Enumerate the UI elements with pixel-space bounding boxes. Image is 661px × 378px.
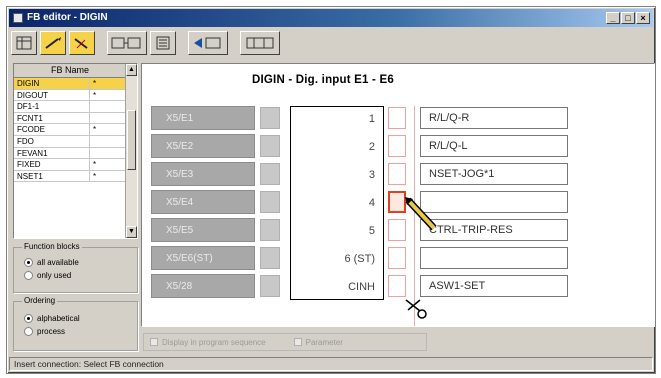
grid-icon[interactable]	[11, 31, 37, 55]
pin-label: 4	[368, 197, 375, 209]
scissors-cursor-icon	[405, 299, 427, 319]
pin-label: 3	[368, 169, 375, 181]
output-pin[interactable]	[388, 275, 406, 297]
input-label[interactable]: X5/E2	[151, 134, 255, 158]
app-icon	[13, 13, 23, 23]
output-target[interactable]: R/L/Q-L	[420, 135, 568, 157]
minimize-button[interactable]: _	[606, 12, 620, 24]
pin-label: 5	[368, 225, 375, 237]
fb-list-icon[interactable]	[150, 31, 176, 55]
status-bar: Insert connection: Select FB connection	[9, 357, 653, 371]
ordering-group: Ordering alphabetical process	[13, 296, 138, 351]
input-pin[interactable]	[260, 107, 280, 129]
fb-list-item[interactable]: FEVAN1	[14, 147, 126, 160]
input-label[interactable]: X5/E4	[151, 190, 255, 214]
fb-list-item[interactable]: DIGIN *	[14, 78, 126, 90]
input-label[interactable]: X5/28	[151, 274, 255, 298]
output-target[interactable]	[420, 247, 568, 269]
fb-list-item[interactable]: DIGOUT *	[14, 89, 126, 102]
radio-icon[interactable]	[24, 314, 33, 323]
connect-pen-cursor-icon	[405, 197, 437, 231]
toolbar	[11, 29, 651, 57]
scroll-thumb[interactable]	[127, 110, 136, 170]
output-pin[interactable]	[388, 135, 406, 157]
input-pin[interactable]	[260, 191, 280, 213]
output-pin[interactable]	[388, 247, 406, 269]
pin-label: CINH	[348, 281, 375, 293]
function-blocks-title: Function blocks	[22, 242, 82, 251]
input-label[interactable]: X5/E5	[151, 218, 255, 242]
radio-icon[interactable]	[24, 271, 33, 280]
fb-list-header[interactable]: FB Name	[14, 64, 126, 78]
radio-alphabetical[interactable]: alphabetical	[14, 312, 137, 325]
maximize-button[interactable]: □	[621, 12, 635, 24]
output-target[interactable]: NSET-JOG*1	[420, 163, 568, 185]
input-pin[interactable]	[260, 135, 280, 157]
input-pin[interactable]	[260, 247, 280, 269]
pin-label: 2	[368, 141, 375, 153]
fb-list-item[interactable]: FCODE *	[14, 124, 126, 136]
input-label[interactable]: X5/E6(ST)	[151, 246, 255, 270]
pin-label: 1	[368, 113, 375, 125]
fb-title: DIGIN - Dig. input E1 - E6	[252, 74, 394, 86]
output-target[interactable]: ASW1-SET	[420, 275, 568, 297]
parameter-checkbox[interactable]	[293, 338, 302, 346]
output-pin[interactable]	[388, 107, 406, 129]
output-target[interactable]: R/L/Q-R	[420, 107, 568, 129]
input-pin[interactable]	[260, 163, 280, 185]
input-label[interactable]: X5/E1	[151, 106, 255, 130]
title-bar: FB editor - DIGIN _ □ ×	[9, 9, 653, 27]
radio-process[interactable]: process	[14, 325, 137, 338]
fb-list-item[interactable]: FCNT1	[14, 112, 126, 125]
input-pin[interactable]	[260, 275, 280, 297]
radio-only-used[interactable]: only used	[14, 269, 137, 282]
function-blocks-group: Function blocks all available only used	[13, 242, 138, 293]
fb-canvas[interactable]: DIGIN - Dig. input E1 - E6 X5/E1 X5/E2 X…	[141, 63, 655, 327]
input-label[interactable]: X5/E3	[151, 162, 255, 186]
input-pin[interactable]	[260, 219, 280, 241]
program-sequence-checkbox[interactable]	[150, 338, 158, 346]
ordering-title: Ordering	[22, 296, 58, 305]
options-row: Display in program sequence Parameter	[143, 333, 427, 351]
pin-label: 6 (ST)	[344, 253, 375, 265]
fb-editor-window: FB editor - DIGIN _ □ × FB Name DIGIN * …	[6, 6, 656, 374]
radio-icon[interactable]	[24, 258, 33, 267]
output-pin[interactable]	[388, 163, 406, 185]
fb-view-icon[interactable]	[107, 31, 147, 55]
scroll-down-icon[interactable]: ▼	[126, 226, 137, 238]
radio-icon[interactable]	[24, 327, 33, 336]
window-title: FB editor - DIGIN	[27, 12, 108, 23]
fb-list-item[interactable]: NSET1 *	[14, 170, 126, 183]
fb-list: FB Name DIGIN * DIGOUT * DF1-1 FCNT1 FCODE…	[13, 63, 138, 239]
edit-icon[interactable]	[240, 31, 280, 55]
radio-all-available[interactable]: all available	[14, 256, 137, 269]
close-button[interactable]: ×	[636, 12, 650, 24]
disconnect-pen-icon[interactable]	[69, 31, 95, 55]
fb-list-item[interactable]: FIXED *	[14, 159, 126, 171]
move-left-icon[interactable]	[188, 31, 228, 55]
function-block[interactable]: 1 2 3 4 5 6 (ST) CINH	[290, 106, 384, 300]
connect-pen-icon[interactable]	[40, 31, 66, 55]
scroll-up-icon[interactable]: ▲	[126, 64, 137, 76]
fb-list-item[interactable]: DF1-1	[14, 101, 126, 113]
fb-list-item[interactable]: FDO	[14, 135, 126, 148]
fb-list-scrollbar[interactable]: ▲ ▼	[125, 64, 137, 238]
